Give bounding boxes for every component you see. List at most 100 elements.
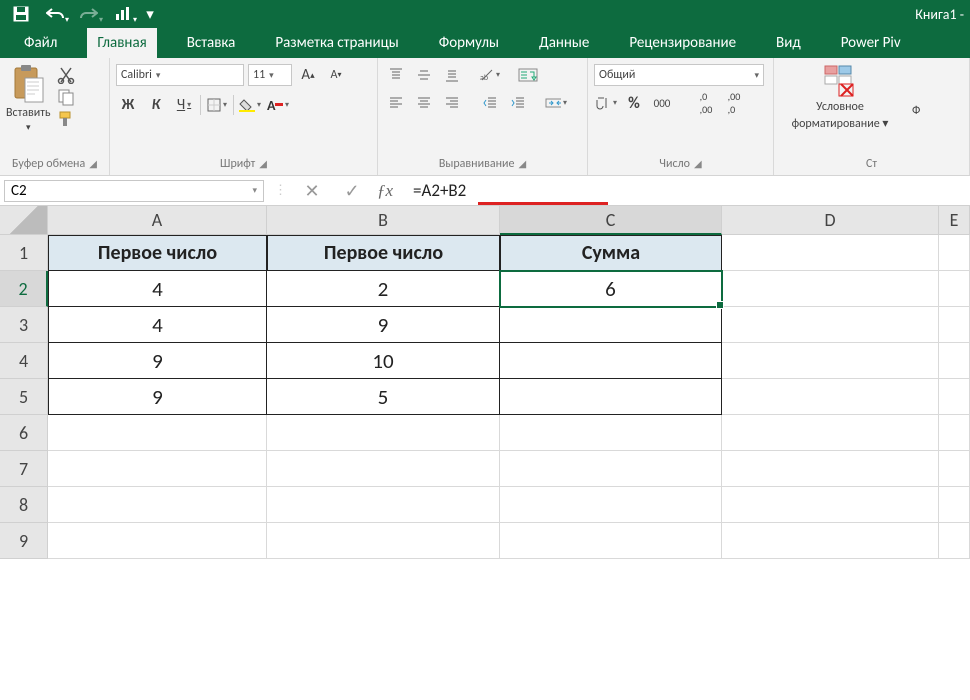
cell-D2[interactable] [722,271,939,307]
redo-icon[interactable] [74,3,104,25]
tab-formulas[interactable]: Формулы [429,28,509,58]
cell-A4[interactable]: 9 [48,343,267,379]
qat-customize-icon[interactable]: ▾ [142,3,158,25]
undo-icon[interactable] [40,3,70,25]
cell-A7[interactable] [48,451,267,487]
align-top-icon[interactable] [384,64,408,86]
tab-review[interactable]: Рецензирование [619,28,746,58]
format-painter-icon[interactable] [57,110,75,128]
borders-icon[interactable] [205,94,229,116]
tab-powerpivot[interactable]: Power Piv [831,28,911,58]
decrease-indent-icon[interactable] [478,92,502,114]
italic-button[interactable]: К [144,94,168,116]
col-header-D[interactable]: D [722,206,939,235]
row-header-2[interactable]: 2 [0,271,48,307]
cell-E8[interactable] [939,487,970,523]
percent-icon[interactable]: % [622,92,646,114]
cell-A6[interactable] [48,415,267,451]
number-format-combo[interactable]: Общий▾ [594,64,764,86]
align-right-icon[interactable] [440,92,464,114]
cell-B5[interactable]: 5 [267,379,500,415]
font-size-combo[interactable]: 11▾ [248,64,292,86]
row-header-4[interactable]: 4 [0,343,48,379]
cell-A5[interactable]: 9 [48,379,267,415]
tab-home[interactable]: Главная [87,28,156,58]
cell-C5[interactable] [500,379,722,415]
cell-A8[interactable] [48,487,267,523]
comma-style-icon[interactable]: 000 [650,92,674,114]
cell-A1[interactable]: Первое число [48,235,267,271]
wrap-text-icon[interactable] [516,64,540,86]
cell-C6[interactable] [500,415,722,451]
formula-input[interactable]: =A2+B2 [403,180,466,201]
copy-icon[interactable] [57,88,75,106]
cell-A9[interactable] [48,523,267,559]
cell-C8[interactable] [500,487,722,523]
save-icon[interactable] [6,3,36,25]
spreadsheet-grid[interactable]: A B C D E 1 Первое число Первое число Су… [0,206,970,559]
cell-B8[interactable] [267,487,500,523]
tab-file[interactable]: Файл [14,28,67,58]
cell-B6[interactable] [267,415,500,451]
row-header-1[interactable]: 1 [0,235,48,271]
decrease-decimal-icon[interactable]: ,00,0 [722,92,746,114]
tab-view[interactable]: Вид [766,28,811,58]
fx-icon[interactable]: ƒx [377,181,393,201]
bold-button[interactable]: Ж [116,94,140,116]
row-header-3[interactable]: 3 [0,307,48,343]
cell-C2[interactable]: 6 [500,271,722,307]
font-name-combo[interactable]: Calibri▾ [116,64,244,86]
font-color-icon[interactable]: A [266,94,290,116]
cell-D4[interactable] [722,343,939,379]
cell-A2[interactable]: 4 [48,271,267,307]
col-header-E[interactable]: E [939,206,970,235]
cell-E2[interactable] [939,271,970,307]
tab-data[interactable]: Данные [529,28,599,58]
cell-B2[interactable]: 2 [267,271,500,307]
cell-E7[interactable] [939,451,970,487]
tab-insert[interactable]: Вставка [177,28,246,58]
cell-D8[interactable] [722,487,939,523]
align-center-icon[interactable] [412,92,436,114]
cell-C1[interactable]: Сумма [500,235,722,271]
col-header-C[interactable]: C [500,206,722,235]
col-header-A[interactable]: A [48,206,267,235]
clipboard-dialog-launcher-icon[interactable]: ◢ [89,157,97,171]
cell-E9[interactable] [939,523,970,559]
row-header-5[interactable]: 5 [0,379,48,415]
format-styles-extra[interactable]: Ф [912,64,920,118]
cell-B7[interactable] [267,451,500,487]
select-all-corner[interactable] [0,206,48,235]
row-header-6[interactable]: 6 [0,415,48,451]
cell-D6[interactable] [722,415,939,451]
decrease-font-icon[interactable]: A▾ [324,64,348,86]
row-header-9[interactable]: 9 [0,523,48,559]
accept-formula-icon[interactable]: ✓ [337,180,367,202]
cell-E6[interactable] [939,415,970,451]
align-left-icon[interactable] [384,92,408,114]
cell-B9[interactable] [267,523,500,559]
increase-indent-icon[interactable] [506,92,530,114]
cell-D9[interactable] [722,523,939,559]
paste-button[interactable]: Вставить ▾ [6,64,51,133]
cell-B1[interactable]: Первое число [267,235,500,271]
name-box[interactable]: C2 ▾ [4,180,264,202]
increase-decimal-icon[interactable]: ,0,00 [694,92,718,114]
number-dialog-launcher-icon[interactable]: ◢ [694,157,702,171]
cell-B3[interactable]: 9 [267,307,500,343]
cell-B4[interactable]: 10 [267,343,500,379]
align-bottom-icon[interactable] [440,64,464,86]
cell-C9[interactable] [500,523,722,559]
fill-color-icon[interactable] [238,94,262,116]
tab-page-layout[interactable]: Разметка страницы [265,28,408,58]
cell-E4[interactable] [939,343,970,379]
row-header-7[interactable]: 7 [0,451,48,487]
cancel-formula-icon[interactable]: ✕ [297,180,327,202]
increase-font-icon[interactable]: A▴ [296,64,320,86]
merge-center-icon[interactable] [544,92,568,114]
cell-E5[interactable] [939,379,970,415]
col-header-B[interactable]: B [267,206,500,235]
cell-A3[interactable]: 4 [48,307,267,343]
cell-D3[interactable] [722,307,939,343]
conditional-formatting-button[interactable]: Условное форматирование ▾ [780,64,900,131]
